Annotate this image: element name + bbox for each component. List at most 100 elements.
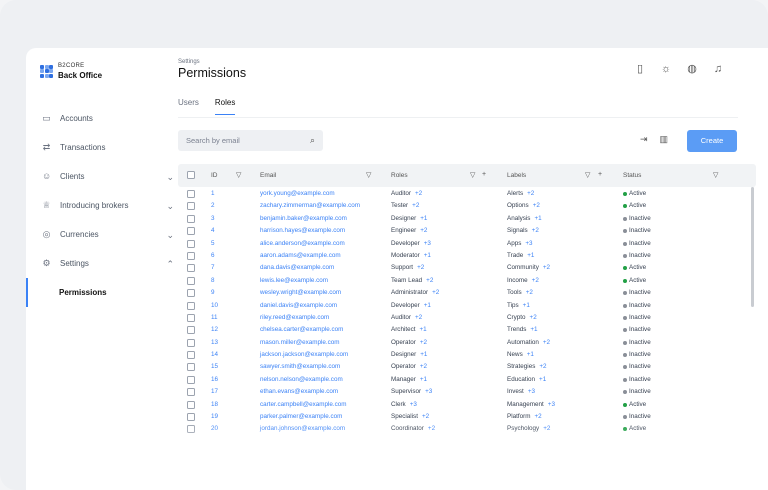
filter-icon[interactable]: ▽ — [236, 171, 241, 179]
logo[interactable]: B2CORE Back Office — [40, 62, 102, 80]
role-more-link[interactable]: +2 — [415, 190, 422, 197]
label-more-link[interactable]: +1 — [530, 326, 537, 333]
row-checkbox[interactable] — [187, 388, 195, 397]
table-row[interactable]: 10 daniel.davis@example.com Developer +1 Tip… — [178, 300, 756, 312]
chevron-icon[interactable]: ⌄ — [166, 172, 174, 183]
sidebar-item-currencies[interactable]: ◎ Currencies ⌄ — [26, 220, 174, 249]
label-more-link[interactable]: +2 — [530, 314, 537, 321]
label-more-link[interactable]: +3 — [528, 388, 535, 395]
role-more-link[interactable]: +2 — [432, 289, 439, 296]
row-checkbox[interactable] — [187, 190, 195, 198]
label-more-link[interactable]: +1 — [527, 252, 534, 259]
row-email[interactable]: harrison.hayes@example.com — [260, 227, 345, 234]
role-more-link[interactable]: +2 — [420, 227, 427, 234]
row-checkbox[interactable] — [187, 251, 195, 260]
create-button[interactable]: Create — [687, 130, 737, 152]
table-row[interactable]: 9 wesley.wright@example.com Administrator +… — [178, 287, 756, 299]
breadcrumb[interactable]: Settings — [178, 59, 200, 65]
role-more-link[interactable]: +3 — [425, 388, 432, 395]
row-checkbox[interactable] — [187, 375, 195, 384]
col-email[interactable]: Email — [260, 172, 276, 179]
role-more-link[interactable]: +2 — [420, 339, 427, 346]
sidebar-subitem-permissions[interactable]: Permissions — [26, 278, 174, 307]
row-email[interactable]: benjamin.baker@example.com — [260, 215, 347, 222]
scrollbar[interactable] — [751, 187, 754, 307]
row-id[interactable]: 2 — [211, 202, 215, 209]
role-more-link[interactable]: +2 — [415, 314, 422, 321]
role-more-link[interactable]: +1 — [424, 302, 431, 309]
tab-users[interactable]: Users — [178, 98, 199, 115]
row-checkbox[interactable] — [187, 289, 195, 298]
label-more-link[interactable]: +2 — [543, 339, 550, 346]
row-id[interactable]: 15 — [211, 363, 218, 370]
tab-roles[interactable]: Roles — [214, 98, 236, 115]
table-row[interactable]: 1 york.young@example.com Auditor +2 Alerts +2… — [178, 188, 756, 200]
row-checkbox[interactable] — [187, 338, 195, 347]
sidebar-item-transactions[interactable]: ⇄ Transactions — [26, 133, 174, 162]
role-more-link[interactable]: +3 — [424, 240, 431, 247]
row-id[interactable]: 17 — [211, 388, 218, 395]
row-email[interactable]: sawyer.smith@example.com — [260, 363, 340, 370]
row-id[interactable]: 13 — [211, 339, 218, 346]
label-more-link[interactable]: +2 — [532, 277, 539, 284]
label-more-link[interactable]: +2 — [543, 264, 550, 271]
table-row[interactable]: 2 zachary.zimmerman@example.com Tester +2 Op… — [178, 200, 756, 212]
row-id[interactable]: 18 — [211, 401, 218, 408]
label-more-link[interactable]: +1 — [534, 215, 541, 222]
globe-icon[interactable]: ◍ — [686, 63, 698, 75]
table-row[interactable]: 6 aaron.adams@example.com Moderator +1 Trade… — [178, 250, 756, 262]
filter-icon[interactable]: ▽ — [366, 171, 371, 179]
row-checkbox[interactable] — [187, 351, 195, 360]
select-all-checkbox[interactable] — [187, 171, 195, 179]
row-checkbox[interactable] — [187, 239, 195, 248]
table-row[interactable]: 12 chelsea.carter@example.com Architect +1 T… — [178, 324, 756, 336]
row-checkbox[interactable] — [187, 363, 195, 372]
filter-icon[interactable]: ▽ — [470, 171, 475, 179]
search-input[interactable]: Search by email ⌕ — [178, 130, 323, 151]
col-status[interactable]: Status — [623, 172, 641, 179]
row-id[interactable]: 1 — [211, 190, 215, 197]
row-email[interactable]: alice.anderson@example.com — [260, 240, 345, 247]
row-email[interactable]: carter.campbell@example.com — [260, 401, 347, 408]
row-id[interactable]: 6 — [211, 252, 215, 259]
table-row[interactable]: 15 sawyer.smith@example.com Operator +2 Stra… — [178, 361, 756, 373]
row-checkbox[interactable] — [187, 313, 195, 322]
document-icon[interactable]: ▯ — [634, 63, 646, 75]
sidebar-item-accounts[interactable]: ▭ Accounts — [26, 104, 174, 133]
role-more-link[interactable]: +2 — [420, 363, 427, 370]
row-email[interactable]: ethan.evans@example.com — [260, 388, 338, 395]
role-more-link[interactable]: +2 — [417, 264, 424, 271]
row-checkbox[interactable] — [187, 400, 195, 409]
export-icon[interactable]: ⇥ — [640, 134, 648, 145]
row-email[interactable]: riley.reed@example.com — [260, 314, 329, 321]
sidebar-item-settings[interactable]: ⚙ Settings ⌃ — [26, 249, 174, 278]
row-checkbox[interactable] — [187, 214, 195, 223]
row-email[interactable]: lewis.lee@example.com — [260, 277, 328, 284]
row-id[interactable]: 4 — [211, 227, 215, 234]
row-id[interactable]: 19 — [211, 413, 218, 420]
add-icon[interactable]: + — [598, 171, 602, 178]
label-more-link[interactable]: +2 — [532, 227, 539, 234]
table-row[interactable]: 17 ethan.evans@example.com Supervisor +3 Inv… — [178, 386, 756, 398]
row-email[interactable]: nelson.nelson@example.com — [260, 376, 343, 383]
table-row[interactable]: 5 alice.anderson@example.com Developer +3 Ap… — [178, 238, 756, 250]
row-id[interactable]: 14 — [211, 351, 218, 358]
label-more-link[interactable]: +3 — [525, 240, 532, 247]
row-id[interactable]: 12 — [211, 326, 218, 333]
label-more-link[interactable]: +2 — [526, 289, 533, 296]
sun-icon[interactable]: ☼ — [660, 63, 672, 75]
row-checkbox[interactable] — [187, 227, 195, 236]
role-more-link[interactable]: +1 — [420, 215, 427, 222]
row-email[interactable]: chelsea.carter@example.com — [260, 326, 343, 333]
row-email[interactable]: jackson.jackson@example.com — [260, 351, 348, 358]
row-email[interactable]: dana.davis@example.com — [260, 264, 334, 271]
table-row[interactable]: 8 lewis.lee@example.com Team Lead +2 Income +… — [178, 275, 756, 287]
table-row[interactable]: 11 riley.reed@example.com Auditor +2 Crypto +… — [178, 312, 756, 324]
table-row[interactable]: 7 dana.davis@example.com Support +2 Communit… — [178, 262, 756, 274]
table-row[interactable]: 14 jackson.jackson@example.com Designer +1 N… — [178, 349, 756, 361]
role-more-link[interactable]: +1 — [420, 351, 427, 358]
sidebar-item-clients[interactable]: ☺ Clients ⌄ — [26, 162, 174, 191]
col-id[interactable]: ID — [211, 172, 218, 179]
label-more-link[interactable]: +2 — [533, 202, 540, 209]
table-row[interactable]: 3 benjamin.baker@example.com Designer +1 Ana… — [178, 213, 756, 225]
